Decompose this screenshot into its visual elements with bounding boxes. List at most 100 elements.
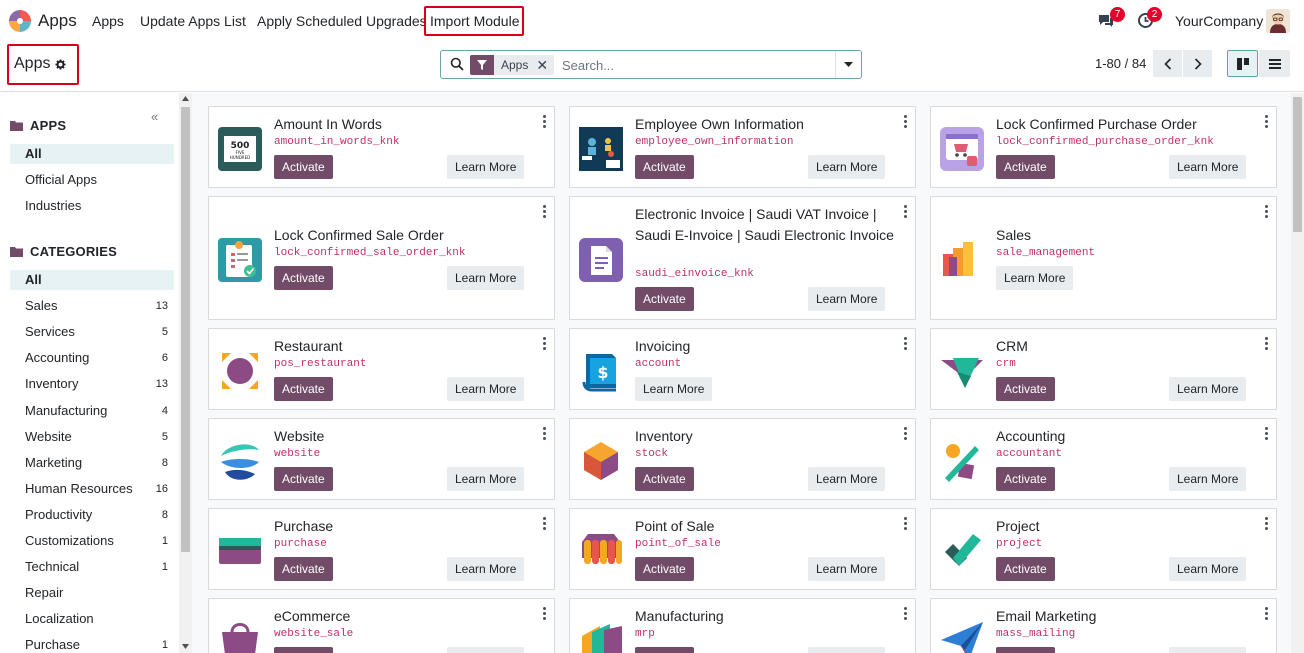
sidebar-category-item[interactable]: Technical 1 bbox=[10, 557, 174, 577]
learn-more-button[interactable]: Learn More bbox=[808, 287, 886, 311]
kebab-menu-icon[interactable] bbox=[1265, 337, 1268, 352]
learn-more-button[interactable]: Learn More bbox=[447, 467, 525, 491]
app-card[interactable]: Restaurant pos_restaurant Activate Learn Mo… bbox=[208, 328, 555, 410]
sidebar-category-item[interactable]: Purchase 1 bbox=[10, 635, 174, 653]
sidebar-category-item[interactable]: Services 5 bbox=[10, 322, 174, 342]
app-card[interactable]: eCommerce website_sale Activate Learn More bbox=[208, 598, 555, 653]
kanban-view-button[interactable] bbox=[1227, 50, 1258, 77]
sidebar-category-item[interactable]: Human Resources 16 bbox=[10, 479, 174, 499]
app-card[interactable]: Purchase purchase Activate Learn More bbox=[208, 508, 555, 590]
sidebar-category-item[interactable]: Accounting 6 bbox=[10, 348, 174, 368]
activate-button[interactable]: Activate bbox=[635, 647, 694, 653]
sidebar-app-filter[interactable]: Industries bbox=[10, 196, 174, 216]
activate-button[interactable]: Activate bbox=[274, 557, 333, 581]
learn-more-button[interactable]: Learn More bbox=[1169, 557, 1247, 581]
activate-button[interactable]: Activate bbox=[635, 557, 694, 581]
kebab-menu-icon[interactable] bbox=[904, 517, 907, 532]
learn-more-button[interactable]: Learn More bbox=[1169, 155, 1247, 179]
sidebar-category-item[interactable]: Website 5 bbox=[10, 427, 174, 447]
search-input[interactable] bbox=[562, 55, 832, 75]
learn-more-button[interactable]: Learn More bbox=[447, 647, 525, 653]
kebab-menu-icon[interactable] bbox=[543, 337, 546, 352]
sidebar-category-item[interactable]: Productivity 8 bbox=[10, 505, 174, 525]
app-card[interactable]: Manufacturing mrp Activate Learn More bbox=[569, 598, 916, 653]
app-card[interactable]: CRM crm Activate Learn More bbox=[930, 328, 1277, 410]
activate-button[interactable]: Activate bbox=[996, 647, 1055, 653]
collapse-panel-icon[interactable]: « bbox=[151, 109, 158, 124]
activate-button[interactable]: Activate bbox=[274, 467, 333, 491]
app-card[interactable]: Employee Own Information employee_own_inf… bbox=[569, 106, 916, 188]
kebab-menu-icon[interactable] bbox=[1265, 607, 1268, 622]
main-scrollbar[interactable] bbox=[1291, 93, 1304, 653]
brand-title[interactable]: Apps bbox=[38, 11, 77, 31]
pager-previous-button[interactable] bbox=[1153, 50, 1182, 77]
sidebar-category-item[interactable]: Customizations 1 bbox=[10, 531, 174, 551]
sidebar-category-item[interactable]: Marketing 8 bbox=[10, 453, 174, 473]
app-card[interactable]: 500 FIVE HUNDRED Amount In Words amount_in_w… bbox=[208, 106, 555, 188]
activate-button[interactable]: Activate bbox=[274, 377, 333, 401]
learn-more-button[interactable]: Learn More bbox=[808, 557, 886, 581]
activate-button[interactable]: Activate bbox=[996, 377, 1055, 401]
sidebar-category-item[interactable]: Manufacturing 4 bbox=[10, 401, 174, 421]
app-card[interactable]: Lock Confirmed Sale Order lock_confirmed_… bbox=[208, 196, 555, 320]
activate-button[interactable]: Activate bbox=[635, 467, 694, 491]
activate-button[interactable]: Activate bbox=[996, 155, 1055, 179]
app-card[interactable]: Project project Activate Learn More bbox=[930, 508, 1277, 590]
learn-more-button[interactable]: Learn More bbox=[1169, 467, 1247, 491]
activate-button[interactable]: Activate bbox=[635, 155, 694, 179]
learn-more-button[interactable]: Learn More bbox=[447, 377, 525, 401]
kebab-menu-icon[interactable] bbox=[543, 517, 546, 532]
sidebar-scrollbar[interactable] bbox=[179, 93, 192, 653]
kebab-menu-icon[interactable] bbox=[904, 337, 907, 352]
app-card[interactable]: Lock Confirmed Purchase Order lock_confir… bbox=[930, 106, 1277, 188]
search-bar[interactable]: Apps ✕ bbox=[440, 50, 862, 79]
app-card[interactable]: Electronic Invoice | Saudi VAT Invoice |… bbox=[569, 196, 916, 320]
sidebar-category-item[interactable]: Sales 13 bbox=[10, 296, 174, 316]
activate-button[interactable]: Activate bbox=[996, 557, 1055, 581]
learn-more-button[interactable]: Learn More bbox=[447, 155, 525, 179]
activate-button[interactable]: Activate bbox=[274, 266, 333, 290]
remove-facet-icon[interactable]: ✕ bbox=[536, 57, 554, 74]
pager-value[interactable]: 1-80 / 84 bbox=[1095, 56, 1146, 71]
sidebar-category-item[interactable]: Inventory 13 bbox=[10, 374, 174, 394]
kebab-menu-icon[interactable] bbox=[543, 115, 546, 130]
learn-more-button[interactable]: Learn More bbox=[808, 647, 886, 653]
app-card[interactable]: Email Marketing mass_mailing Activate Learn… bbox=[930, 598, 1277, 653]
menu-apply-scheduled-upgrades[interactable]: Apply Scheduled Upgrades bbox=[257, 13, 427, 29]
app-card[interactable]: $ Invoicing account Learn More bbox=[569, 328, 916, 410]
kebab-menu-icon[interactable] bbox=[543, 427, 546, 442]
company-switcher[interactable]: YourCompany bbox=[1175, 13, 1263, 29]
kebab-menu-icon[interactable] bbox=[904, 115, 907, 130]
sidebar-app-filter[interactable]: All bbox=[10, 144, 174, 164]
learn-more-button[interactable]: Learn More bbox=[808, 155, 886, 179]
app-switcher-icon[interactable] bbox=[8, 9, 32, 33]
learn-more-button[interactable]: Learn More bbox=[447, 266, 525, 290]
sidebar-category-item[interactable]: Localization bbox=[10, 609, 174, 629]
learn-more-button[interactable]: Learn More bbox=[996, 266, 1074, 290]
learn-more-button[interactable]: Learn More bbox=[1169, 647, 1247, 653]
list-view-button[interactable] bbox=[1259, 50, 1290, 77]
kebab-menu-icon[interactable] bbox=[1265, 427, 1268, 442]
sidebar-category-item[interactable]: All bbox=[10, 270, 174, 290]
app-card[interactable]: Inventory stock Activate Learn More bbox=[569, 418, 916, 500]
app-card[interactable]: Website website Activate Learn More bbox=[208, 418, 555, 500]
menu-apps[interactable]: Apps bbox=[92, 13, 124, 29]
activate-button[interactable]: Activate bbox=[996, 467, 1055, 491]
learn-more-button[interactable]: Learn More bbox=[635, 377, 713, 401]
search-options-toggle[interactable] bbox=[835, 51, 861, 78]
learn-more-button[interactable]: Learn More bbox=[1169, 377, 1247, 401]
learn-more-button[interactable]: Learn More bbox=[447, 557, 525, 581]
kebab-menu-icon[interactable] bbox=[1265, 115, 1268, 130]
activate-button[interactable]: Activate bbox=[274, 155, 333, 179]
kebab-menu-icon[interactable] bbox=[904, 607, 907, 622]
kebab-menu-icon[interactable] bbox=[1265, 517, 1268, 532]
kebab-menu-icon[interactable] bbox=[543, 607, 546, 622]
learn-more-button[interactable]: Learn More bbox=[808, 467, 886, 491]
app-card[interactable]: Point of Sale point_of_sale Activate Learn … bbox=[569, 508, 916, 590]
pager-next-button[interactable] bbox=[1183, 50, 1212, 77]
kebab-menu-icon[interactable] bbox=[904, 205, 907, 220]
activate-button[interactable]: Activate bbox=[635, 287, 694, 311]
menu-update-apps-list[interactable]: Update Apps List bbox=[140, 13, 246, 29]
sidebar-app-filter[interactable]: Official Apps bbox=[10, 170, 174, 190]
sidebar-category-item[interactable]: Repair bbox=[10, 583, 174, 603]
